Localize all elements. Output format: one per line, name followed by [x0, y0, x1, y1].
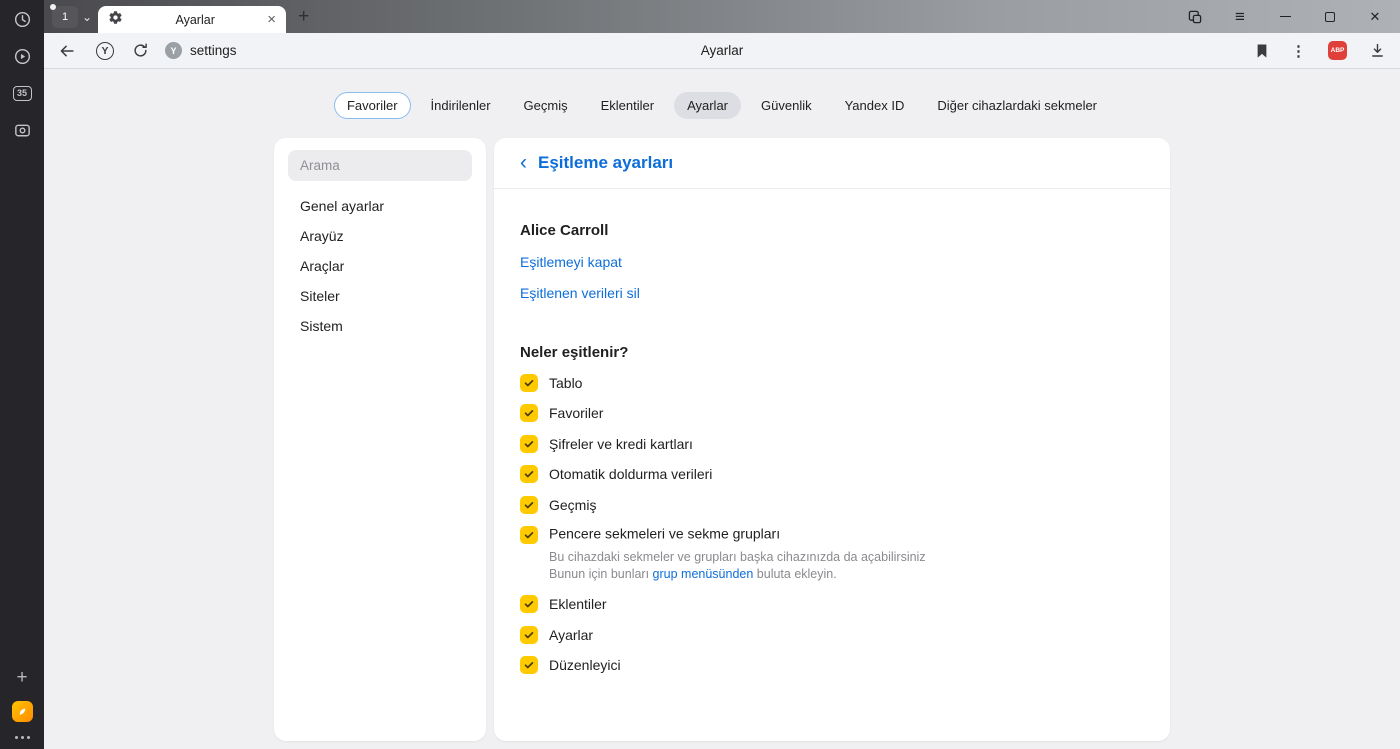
account-name: Alice Carroll	[520, 222, 609, 239]
sync-row-duzenleyici: Düzenleyici	[520, 656, 1144, 674]
settings-page: Favoriler İndirilenler Geçmiş Eklentiler…	[44, 70, 1400, 749]
checkbox-pencere-sekmeleri[interactable]	[520, 526, 538, 544]
nav-tab-guvenlik[interactable]: Güvenlik	[748, 92, 825, 119]
sync-row-eklentiler: Eklentiler	[520, 595, 1144, 613]
sidebar-item-sistem[interactable]: Sistem	[274, 311, 486, 341]
checkbox-otomatik-doldurma[interactable]	[520, 465, 538, 483]
side-panel-icon[interactable]	[1186, 8, 1204, 26]
tabs-count-label: 35	[12, 85, 32, 101]
sync-row-ayarlar: Ayarlar	[520, 625, 1144, 644]
tab-group-count: 1	[61, 11, 69, 23]
nav-tab-indirilenler[interactable]: İndirilenler	[418, 92, 504, 119]
rail-add-icon[interactable]: +	[16, 668, 27, 687]
sync-row-tablo: Tablo	[520, 373, 1144, 392]
sync-settings-title: Eşitleme ayarları	[538, 153, 674, 172]
checkbox-gecmis[interactable]	[520, 495, 538, 514]
disable-sync-link[interactable]: Eşitlemeyi kapat	[520, 254, 1144, 270]
sidebar-item-araclar[interactable]: Araçlar	[274, 251, 486, 281]
sync-items-section-title: Neler eşitlenir?	[520, 344, 629, 361]
screenshot-icon[interactable]	[11, 119, 33, 141]
nav-tab-favoriler[interactable]: Favoriler	[333, 92, 411, 119]
nav-tab-gecmis[interactable]: Geçmiş	[511, 92, 581, 119]
sync-row-otomatik-doldurma: Otomatik doldurma verileri	[520, 465, 1144, 483]
sync-row-pencere-sekmeleri: Pencere sekmeleri ve sekme grupları Bu c…	[520, 526, 1144, 583]
close-tab-icon[interactable]: ×	[267, 12, 276, 27]
nav-tab-ayarlar[interactable]: Ayarlar	[674, 92, 742, 119]
tab-bar: 1 ⌄ Ayarlar × + ≡ ✕	[44, 0, 1400, 33]
play-media-icon[interactable]	[11, 45, 33, 67]
checkbox-sifreler[interactable]	[520, 434, 538, 453]
checkbox-favoriler[interactable]	[520, 404, 538, 422]
tab-group-button[interactable]: 1	[50, 4, 78, 28]
browser-toolbar: Y Y settings Ayarlar ⋮ ABP	[44, 33, 1400, 69]
sync-row-sifreler: Şifreler ve kredi kartları	[520, 434, 1144, 453]
gear-icon	[108, 10, 123, 30]
site-favicon: Y	[165, 42, 182, 59]
yandex-browser-logo[interactable]	[11, 701, 33, 722]
menu-hamburger-icon[interactable]: ≡	[1231, 7, 1249, 26]
checkbox-duzenleyici[interactable]	[520, 656, 538, 674]
tabs-count-badge[interactable]: 35	[11, 82, 33, 104]
nav-tab-eklentiler[interactable]: Eklentiler	[588, 92, 667, 119]
adblock-abp-badge[interactable]: ABP	[1328, 41, 1347, 60]
new-tab-icon[interactable]: +	[298, 7, 309, 26]
settings-nav-tabs: Favoriler İndirilenler Geçmiş Eklentiler…	[44, 70, 1400, 119]
checkbox-eklentiler[interactable]	[520, 595, 538, 613]
search-input[interactable]	[288, 150, 472, 181]
tab-sync-note: Bu cihazdaki sekmeler ve grupları başka …	[549, 549, 926, 581]
refresh-icon[interactable]	[132, 42, 149, 59]
sync-items-list: Tablo Favoriler Şifreler ve kredi kartla…	[520, 373, 1144, 674]
left-rail: 35 +	[0, 0, 44, 749]
chevron-down-icon[interactable]: ⌄	[82, 10, 92, 24]
tab-title: Ayarlar	[175, 12, 215, 27]
group-menu-link[interactable]: grup menüsünden	[653, 567, 754, 581]
bookmark-icon[interactable]	[1255, 43, 1269, 59]
nav-tab-yandex-id[interactable]: Yandex ID	[832, 92, 918, 119]
back-icon[interactable]	[58, 42, 76, 60]
toolbar-menu-icon[interactable]: ⋮	[1291, 42, 1306, 60]
close-window-icon[interactable]: ✕	[1366, 8, 1384, 26]
sync-row-gecmis: Geçmiş	[520, 495, 1144, 514]
page-title: Ayarlar	[700, 43, 744, 58]
delete-synced-data-link[interactable]: Eşitlenen verileri sil	[520, 285, 1144, 301]
yandex-home-icon[interactable]: Y	[96, 41, 114, 60]
checkbox-tablo[interactable]	[520, 373, 538, 392]
history-clock-icon[interactable]	[11, 8, 33, 30]
maximize-icon[interactable]	[1321, 8, 1339, 26]
minimize-icon[interactable]	[1276, 8, 1294, 26]
sidebar-item-arayuz[interactable]: Arayüz	[274, 221, 486, 251]
settings-sidebar: Genel ayarlar Arayüz Araçlar Siteler Sis…	[274, 138, 486, 741]
rail-more-icon[interactable]	[14, 736, 30, 739]
checkbox-ayarlar[interactable]	[520, 625, 538, 644]
sync-settings-panel: ‹ Eşitleme ayarları Alice Carroll Eşitle…	[494, 138, 1170, 741]
sidebar-item-siteler[interactable]: Siteler	[274, 281, 486, 311]
nav-tab-diger-cihazlar[interactable]: Diğer cihazlardaki sekmeler	[924, 92, 1110, 119]
tab-group-dot	[50, 4, 56, 10]
browser-tab-active[interactable]: Ayarlar ×	[98, 6, 287, 33]
address-text[interactable]: settings	[190, 43, 237, 58]
sync-row-favoriler: Favoriler	[520, 404, 1144, 422]
download-icon[interactable]	[1369, 42, 1386, 59]
back-chevron-icon[interactable]: ‹	[520, 152, 527, 175]
sidebar-item-genel-ayarlar[interactable]: Genel ayarlar	[274, 191, 486, 221]
